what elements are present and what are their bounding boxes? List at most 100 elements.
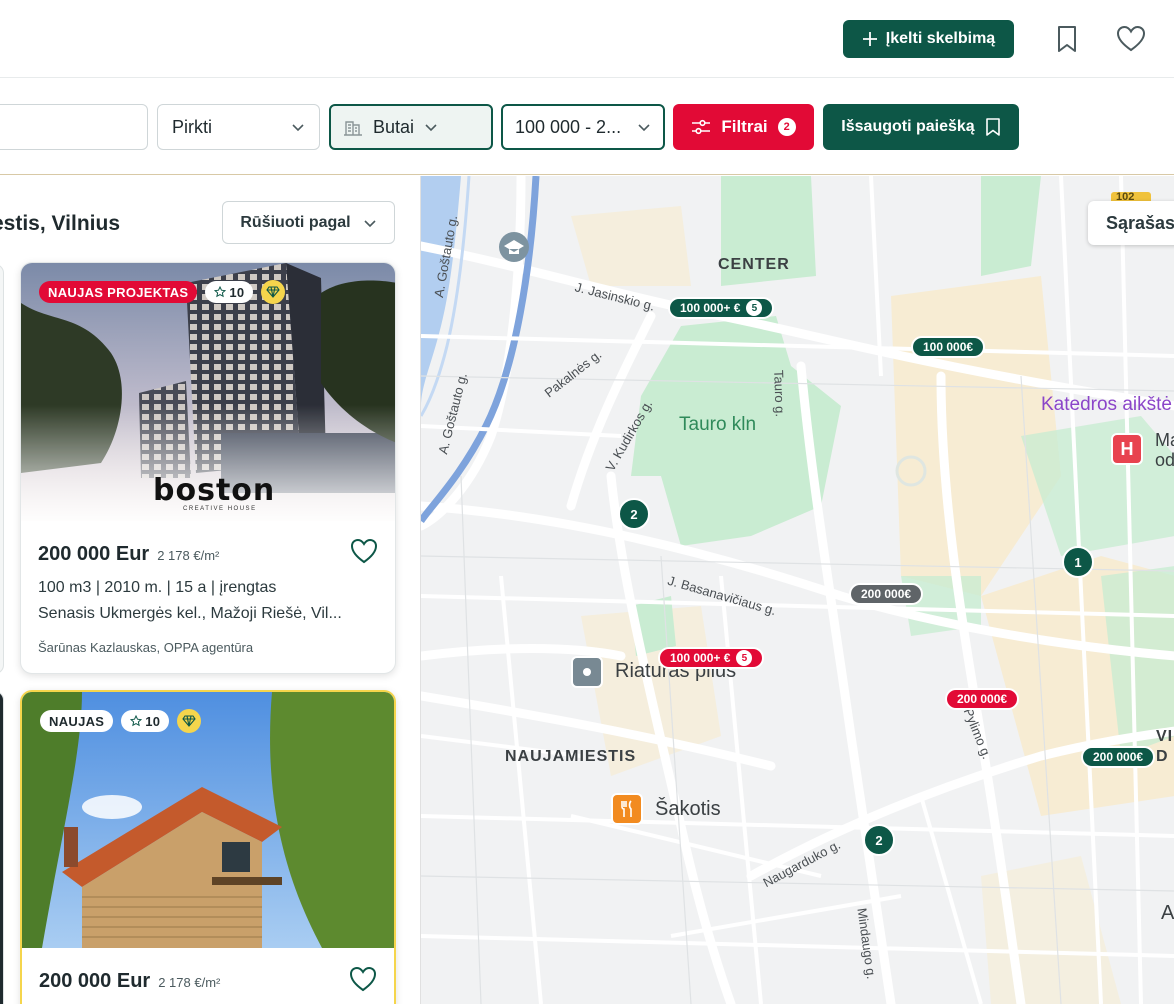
fork-knife-icon xyxy=(621,800,632,817)
listing-meta: 100 m3 | 2010 m. | 15 a | įrengtas xyxy=(38,579,277,596)
listing-price: 200 000 Eur xyxy=(38,543,150,565)
listing-photo[interactable]: NAUJAS 10 xyxy=(22,692,394,948)
filter-bar: Pirkti Butai 100 000 - 2... Filtrai 2 Iš… xyxy=(0,79,1174,175)
filters-count-badge: 2 xyxy=(777,118,796,136)
place-label: Katedros aikštė xyxy=(1041,394,1172,415)
post-ad-label: Įkelti skelbimą xyxy=(885,30,996,47)
listing-card-partial[interactable] xyxy=(0,691,4,1004)
rating-badge: 10 xyxy=(121,710,170,732)
sort-label: Rūšiuoti pagal xyxy=(240,213,351,231)
star-icon xyxy=(130,715,143,727)
bookmark-icon xyxy=(985,118,1000,136)
listing-cluster[interactable]: 1 xyxy=(1062,546,1094,578)
deal-type-select[interactable]: Pirkti xyxy=(157,104,320,150)
save-search-button[interactable]: Išsaugoti paiešką xyxy=(823,104,1019,150)
heart-icon xyxy=(1116,25,1146,52)
price-pin[interactable]: 100 000€ xyxy=(911,336,986,358)
hospital-icon[interactable]: H xyxy=(1111,433,1143,465)
price-per-m2: 2 178 €/m² xyxy=(157,548,220,563)
sliders-icon xyxy=(692,119,711,135)
listing-agent: Šarūnas Kazlauskas, OPPA agentūra xyxy=(38,640,254,655)
price-range-select[interactable]: 100 000 - 2... xyxy=(501,104,665,150)
price-row: 200 000 Eur 2 178 €/m² xyxy=(39,970,220,993)
price-pin[interactable]: 200 000€ xyxy=(945,688,1020,710)
place-label: Šakotis xyxy=(655,798,721,820)
price-pin[interactable]: 100 000+ € 5 xyxy=(668,297,775,319)
map-base-layer xyxy=(421,176,1174,1004)
new-project-tag: NAUJAS PROJEKTAS xyxy=(39,281,198,303)
rating-value: 10 xyxy=(145,713,161,729)
filters-label: Filtrai xyxy=(721,117,768,136)
place-label: Aušro xyxy=(1161,902,1174,924)
premium-badge xyxy=(261,280,286,304)
price-pin-count: 5 xyxy=(736,650,753,666)
favorite-heart-icon[interactable] xyxy=(348,964,378,994)
listing-card[interactable]: NAUJAS 10 200 000 Eur 2 178 €/m² xyxy=(20,690,396,1004)
new-tag: NAUJAS xyxy=(40,710,114,732)
post-ad-button[interactable]: Įkelti skelbimą xyxy=(843,20,1014,58)
price-pin-label: 200 000€ xyxy=(1093,750,1144,764)
diamond-icon xyxy=(266,286,281,298)
price-per-m2: 2 178 €/m² xyxy=(158,975,221,990)
filters-button[interactable]: Filtrai 2 xyxy=(673,104,814,150)
listing-card[interactable]: boston CREATIVE HOUSE NAUJAS PROJEKTAS 1… xyxy=(20,262,396,674)
property-type-select[interactable]: Butai xyxy=(329,104,493,150)
star-icon xyxy=(214,286,227,298)
location-title: estis, Vilnius xyxy=(0,212,120,235)
price-pin-label: 200 000€ xyxy=(861,587,912,601)
deal-type-value: Pirkti xyxy=(172,116,212,137)
favorite-heart-icon[interactable] xyxy=(349,536,379,566)
listing-cluster[interactable]: 2 xyxy=(618,498,650,530)
favorites-button[interactable] xyxy=(1114,22,1148,56)
chevron-down-icon xyxy=(292,124,304,132)
card-tags: NAUJAS PROJEKTAS 10 xyxy=(39,280,286,304)
area-label: NAUJAMIESTIS xyxy=(505,748,637,765)
listing-photo[interactable]: boston CREATIVE HOUSE NAUJAS PROJEKTAS 1… xyxy=(21,263,395,521)
brand-logo: boston xyxy=(153,473,276,508)
location-search-input[interactable] xyxy=(0,104,148,150)
street-label: Tauro g. xyxy=(771,369,788,418)
rating-badge: 10 xyxy=(205,281,254,303)
listing-card-partial[interactable] xyxy=(0,264,4,674)
price-pin-label: 100 000+ € xyxy=(680,301,741,315)
list-view-label: Sąrašas xyxy=(1106,212,1174,233)
restaurant-icon[interactable] xyxy=(611,793,643,825)
area-label: VIL xyxy=(1156,728,1174,745)
place-label: Ma xyxy=(1155,430,1174,450)
top-header: Įkelti skelbimą xyxy=(0,0,1174,78)
plus-icon xyxy=(862,32,877,46)
diamond-icon xyxy=(182,715,197,727)
bookmark-icon xyxy=(1058,26,1076,52)
listing-address: Senasis Ukmergės kel., Mažoji Riešė, Vil… xyxy=(38,605,342,622)
place-label: od xyxy=(1155,450,1174,470)
chevron-down-icon xyxy=(638,124,650,132)
business-pin-icon[interactable] xyxy=(571,656,603,688)
park-label: Tauro kln xyxy=(679,414,757,435)
price-pin-count: 5 xyxy=(746,300,763,316)
map-view[interactable]: 102 CENTER NAUJAMIESTIS VIL D A. Goštaut… xyxy=(420,176,1174,1004)
card-tags: NAUJAS 10 xyxy=(40,709,202,733)
chevron-down-icon xyxy=(364,219,376,227)
listings-pane: estis, Vilnius Rūšiuoti pagal boston CRE… xyxy=(0,176,420,1004)
save-search-label: Išsaugoti paiešką xyxy=(841,118,975,135)
area-label: CENTER xyxy=(718,256,790,273)
price-pin-label: 100 000€ xyxy=(923,340,974,354)
listing-cluster[interactable]: 2 xyxy=(863,824,895,856)
listing-price: 200 000 Eur xyxy=(39,970,151,992)
saved-searches-button[interactable] xyxy=(1050,22,1084,56)
price-pin-label: 200 000€ xyxy=(957,692,1008,706)
sort-button[interactable]: Rūšiuoti pagal xyxy=(222,201,395,244)
price-pin[interactable]: 200 000€ xyxy=(849,583,924,605)
premium-badge xyxy=(177,709,202,733)
property-type-value: Butai xyxy=(373,116,415,137)
building-icon xyxy=(344,121,362,136)
price-pin[interactable]: 100 000+ € 5 xyxy=(658,647,765,669)
price-range-value: 100 000 - 2... xyxy=(515,116,622,137)
price-pin[interactable]: 200 000€ xyxy=(1081,746,1156,768)
price-row: 200 000 Eur 2 178 €/m² xyxy=(38,543,219,566)
list-view-toggle[interactable]: Sąrašas xyxy=(1088,201,1174,245)
chevron-down-icon xyxy=(425,124,437,132)
rating-value: 10 xyxy=(229,284,245,300)
area-label: D xyxy=(1156,748,1169,765)
price-pin-label: 100 000+ € xyxy=(670,651,731,665)
